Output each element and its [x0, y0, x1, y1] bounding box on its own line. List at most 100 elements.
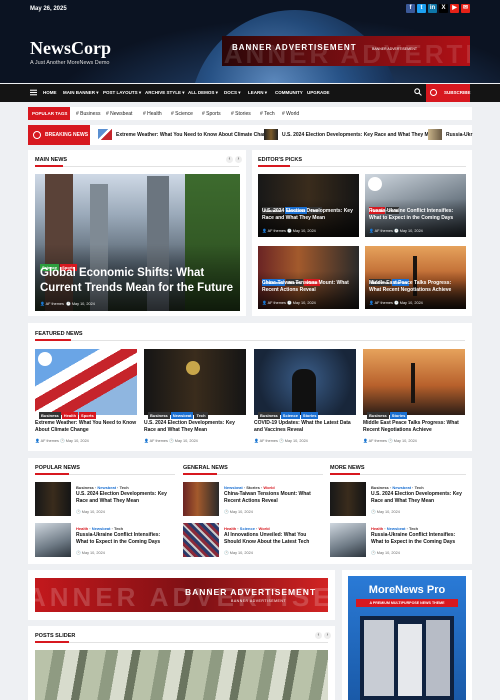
author-name[interactable]: AF themes: [375, 229, 393, 233]
divider-accent: [183, 473, 217, 475]
pick-title[interactable]: Middle East Peace Talks Progress: What R…: [369, 280, 464, 294]
author-name[interactable]: AF themes: [268, 229, 286, 233]
nav-upgrade[interactable]: UPGRADE: [307, 90, 330, 95]
nav-main-banner[interactable]: MAIN BANNER ▾: [63, 90, 99, 96]
x-icon[interactable]: X: [439, 4, 448, 13]
next-arrow-icon[interactable]: ›: [235, 156, 242, 163]
tag-newsbeat[interactable]: # Newsbeat: [106, 111, 132, 117]
category-badge[interactable]: Newsbeat: [170, 412, 194, 419]
play-icon: [38, 352, 52, 366]
tag-health[interactable]: # Health: [143, 111, 162, 117]
search-icon[interactable]: [414, 88, 422, 96]
nav-community[interactable]: COMMUNITY: [275, 90, 303, 95]
category-badge[interactable]: Business: [367, 412, 389, 419]
author-name[interactable]: AF themes: [268, 301, 286, 305]
featured-title[interactable]: U.S. 2024 Election Developments: Key Rac…: [144, 420, 248, 433]
nav-home[interactable]: HOME: [43, 90, 57, 95]
main-news-headline[interactable]: Global Economic Shifts: What Current Tre…: [40, 266, 235, 296]
more-thumb[interactable]: [330, 482, 366, 516]
pick-title[interactable]: U.S. 2024 Election Developments: Key Rac…: [262, 208, 357, 222]
prev-arrow-icon[interactable]: ‹: [226, 156, 233, 163]
tag-tech[interactable]: # Tech: [260, 111, 275, 117]
editors-picks-title: EDITOR'S PICKS: [258, 157, 302, 163]
author-name[interactable]: AF themes: [375, 301, 393, 305]
nav-docs[interactable]: DOCS ▾: [224, 90, 241, 96]
slider-image[interactable]: [35, 650, 328, 700]
category-badge[interactable]: Science: [280, 412, 300, 419]
author-name[interactable]: AF themes: [46, 302, 64, 306]
banner-ad[interactable]: ANNER ADVERTISEMENT BANNER ADVERTISEMENT…: [35, 578, 328, 612]
category-badge[interactable]: Stories: [389, 412, 408, 419]
tag-world[interactable]: # World: [282, 111, 299, 117]
next-arrow-icon[interactable]: ›: [324, 632, 331, 639]
tag-sports[interactable]: # Sports: [202, 111, 221, 117]
tag-stories[interactable]: # Stories: [231, 111, 251, 117]
main-nav: HOME MAIN BANNER ▾ POST LAYOUTS ▾ ARCHIV…: [0, 84, 500, 102]
menu-icon[interactable]: [30, 89, 37, 96]
category-badge[interactable]: Business: [148, 412, 170, 419]
featured-title[interactable]: COVID-19 Updates: What the Latest Data a…: [254, 420, 358, 433]
header-banner-ad[interactable]: BANNER ADVERTISEMENT BANNER ADVERTISEMEN…: [222, 36, 470, 66]
pick-title[interactable]: Russia-Ukraine Conflict Intensifies: Wha…: [369, 208, 464, 222]
main-news-meta: 👤 AF themes 🕒 May 10, 2024: [40, 302, 95, 306]
category-badge[interactable]: Health: [61, 412, 79, 419]
author-name[interactable]: AF themes: [150, 439, 168, 443]
breaking-item[interactable]: Extreme Weather: What You Need to Know A…: [98, 129, 272, 140]
author-name[interactable]: AF themes: [41, 439, 59, 443]
nav-learn[interactable]: LEARN ▾: [248, 90, 267, 96]
popular-thumb[interactable]: [35, 482, 71, 516]
youtube-icon[interactable]: ▶: [450, 4, 459, 13]
popular-title[interactable]: U.S. 2024 Election Developments: Key Rac…: [76, 491, 172, 504]
general-thumb[interactable]: [183, 523, 219, 557]
popular-news-title: POPULAR NEWS: [35, 465, 80, 471]
category-badge[interactable]: Tech: [194, 412, 208, 419]
linkedin-icon[interactable]: in: [428, 4, 437, 13]
general-date: 🕒 May 10, 2024: [224, 510, 253, 514]
general-title[interactable]: China-Taiwan Tensions Mount: What Recent…: [224, 491, 320, 504]
tag-science[interactable]: # Science: [171, 111, 193, 117]
site-header: May 26, 2025 f t in X ▶ ✉ NewsCorp A Jus…: [0, 0, 500, 83]
mail-icon[interactable]: ✉: [461, 4, 470, 13]
promo-panel: MoreNews Pro A PREMIUM MULTIPURPOSE NEWS…: [342, 570, 472, 700]
general-thumb[interactable]: [183, 482, 219, 516]
breaking-title: Extreme Weather: What You Need to Know A…: [116, 131, 272, 138]
breaking-thumb: [98, 129, 112, 140]
post-date: May 10, 2024: [65, 439, 89, 443]
breaking-title: Russia-Ukr: [446, 131, 473, 138]
more-title[interactable]: U.S. 2024 Election Developments: Key Rac…: [371, 491, 467, 504]
category-badge[interactable]: Sports: [79, 412, 96, 419]
nav-archive-style[interactable]: ARCHIVE STYLE ▾: [145, 90, 185, 96]
more-title[interactable]: Russia-Ukraine Conflict Intensifies: Wha…: [371, 532, 467, 545]
tag-business[interactable]: # Business: [76, 111, 100, 117]
category-badge[interactable]: Business: [39, 412, 61, 419]
editors-picks-panel: EDITOR'S PICKS Business Newsbeat Tech U.S.…: [252, 150, 472, 316]
site-logo[interactable]: NewsCorp: [30, 38, 111, 59]
subscribe-button[interactable]: SUBSCRIBE: [426, 84, 471, 102]
prev-arrow-icon[interactable]: ‹: [315, 632, 322, 639]
breaking-item[interactable]: Russia-Ukr: [428, 129, 472, 140]
nav-all-demos[interactable]: ALL DEMOS ▾: [188, 90, 218, 96]
main-news-arrows: ‹ ›: [226, 156, 242, 163]
post-date: May 10, 2024: [399, 229, 423, 233]
more-thumb[interactable]: [330, 523, 366, 557]
slider-arrows: ‹ ›: [315, 632, 331, 639]
popular-thumb[interactable]: [35, 523, 71, 557]
facebook-icon[interactable]: f: [406, 4, 415, 13]
promo-banner[interactable]: MoreNews Pro A PREMIUM MULTIPURPOSE NEWS…: [348, 576, 466, 700]
news-lists-panel: POPULAR NEWS Business · Newsbeat · Tech …: [28, 458, 472, 564]
nav-post-layouts[interactable]: POST LAYOUTS ▾: [103, 90, 141, 96]
popular-title[interactable]: Russia-Ukraine Conflict Intensifies: Wha…: [76, 532, 172, 545]
social-links: f t in X ▶ ✉: [406, 4, 470, 13]
category-badge[interactable]: Stories: [300, 412, 319, 419]
author-name[interactable]: AF themes: [260, 439, 278, 443]
pick-title[interactable]: China-Taiwan Tensions Mount: What Recent…: [262, 280, 357, 294]
banner-title: BANNER ADVERTISEMENT: [232, 43, 357, 52]
breaking-item[interactable]: U.S. 2024 Election Developments: Key Rac…: [264, 129, 437, 140]
author-name[interactable]: AF themes: [369, 439, 387, 443]
category-badge[interactable]: Business: [258, 412, 280, 419]
featured-title[interactable]: Extreme Weather: What You Need to Know A…: [35, 420, 139, 433]
featured-title[interactable]: Middle East Peace Talks Progress: What R…: [363, 420, 467, 433]
breaking-thumb: [428, 129, 442, 140]
general-title[interactable]: AI Innovations Unveiled: What You Should…: [224, 532, 320, 545]
twitter-icon[interactable]: t: [417, 4, 426, 13]
